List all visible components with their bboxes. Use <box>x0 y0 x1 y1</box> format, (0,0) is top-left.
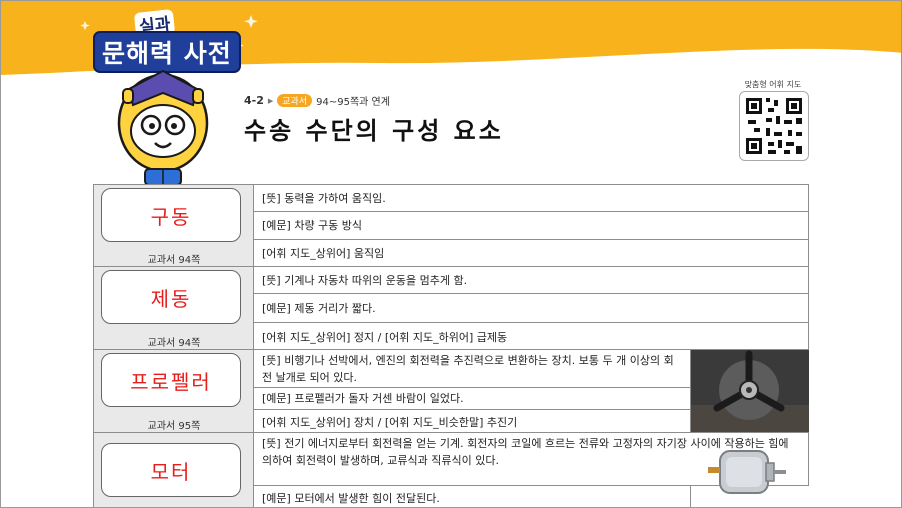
vocab-map-row: [어휘 지도_상위어] 움직임 <box>262 247 385 260</box>
meaning-row: [뜻] 비행기나 선박에서, 엔진의 회전력을 추진력으로 변환하는 장치. 보… <box>254 350 690 388</box>
word-column: 프로펠러 교과서 95쪽 <box>94 350 254 432</box>
vocab-word: 제동 <box>101 270 241 324</box>
example-row: [예문] 프로펠러가 돌자 거센 바람이 일었다. <box>254 388 690 410</box>
vocab-entry: 모터 [뜻] 전기 에너지로부터 회전력을 얻는 기계. 회전자의 코일에 흐르… <box>93 432 809 507</box>
textbook-reference: 교과서 94쪽 <box>147 255 201 266</box>
word-column: 구동 교과서 94쪽 <box>94 185 254 266</box>
vocab-entry: 프로펠러 교과서 95쪽 [뜻] 비행기나 선박에서, 엔진의 회전력을 추진력… <box>93 349 809 433</box>
vocab-map-row: [어휘 지도_상위어] 정지 / [어휘 지도_하위어] 급제동 <box>262 331 508 344</box>
lesson-info: 4-2 ▶ 교과서 94~95쪽과 연계 <box>244 93 390 108</box>
vocab-word: 모터 <box>101 443 241 497</box>
vocab-word: 프로펠러 <box>101 353 241 407</box>
textbook-badge: 교과서 <box>277 94 313 107</box>
vocab-entry: 구동 교과서 94쪽 [뜻] 동력을 가하여 움직임. [예문] 차량 구동 방… <box>93 184 809 267</box>
meaning-row: [뜻] 동력을 가하여 움직임. <box>254 185 809 212</box>
word-column: 모터 <box>94 433 254 507</box>
qr-label: 맞춤형 어휘 지도 <box>744 80 802 89</box>
qr-code-icon[interactable] <box>739 91 809 161</box>
vocab-entry: 제동 교과서 94쪽 [뜻] 기계나 자동차 따위의 운동을 멈추게 함. [예… <box>93 266 809 350</box>
series-logo: 실과 문해력 사전 <box>93 9 253 73</box>
motor-illustration <box>708 450 786 494</box>
page-title: 수송 수단의 구성 요소 <box>244 117 504 145</box>
textbook-reference: 교과서 94쪽 <box>147 338 201 349</box>
word-column: 제동 교과서 94쪽 <box>94 267 254 349</box>
example-row: [예문] 모터에서 발생한 힘이 전달된다. <box>262 492 440 505</box>
propeller-photo <box>690 350 809 433</box>
mascot-illustration <box>117 69 209 186</box>
unit-number: 4-2 <box>244 94 264 107</box>
vocab-word: 구동 <box>101 188 241 242</box>
example-row: [예문] 제동 거리가 짧다. <box>254 294 809 323</box>
triangle-icon: ▶ <box>267 96 274 105</box>
linked-pages: 94~95쪽과 연계 <box>316 97 390 108</box>
vocab-map-row: [어휘 지도_상위어] 장치 / [어휘 지도_비슷한말] 추진기 <box>262 416 518 429</box>
page-frame: 실과 문해력 사전 4-2 ▶ 교과서 94~95쪽과 연계 수송 수단의 구성… <box>0 0 902 508</box>
example-row: [예문] 차량 구동 방식 <box>254 212 809 240</box>
textbook-reference: 교과서 95쪽 <box>147 421 201 432</box>
meaning-row: [뜻] 기계나 자동차 따위의 운동을 멈추게 함. <box>254 267 809 294</box>
